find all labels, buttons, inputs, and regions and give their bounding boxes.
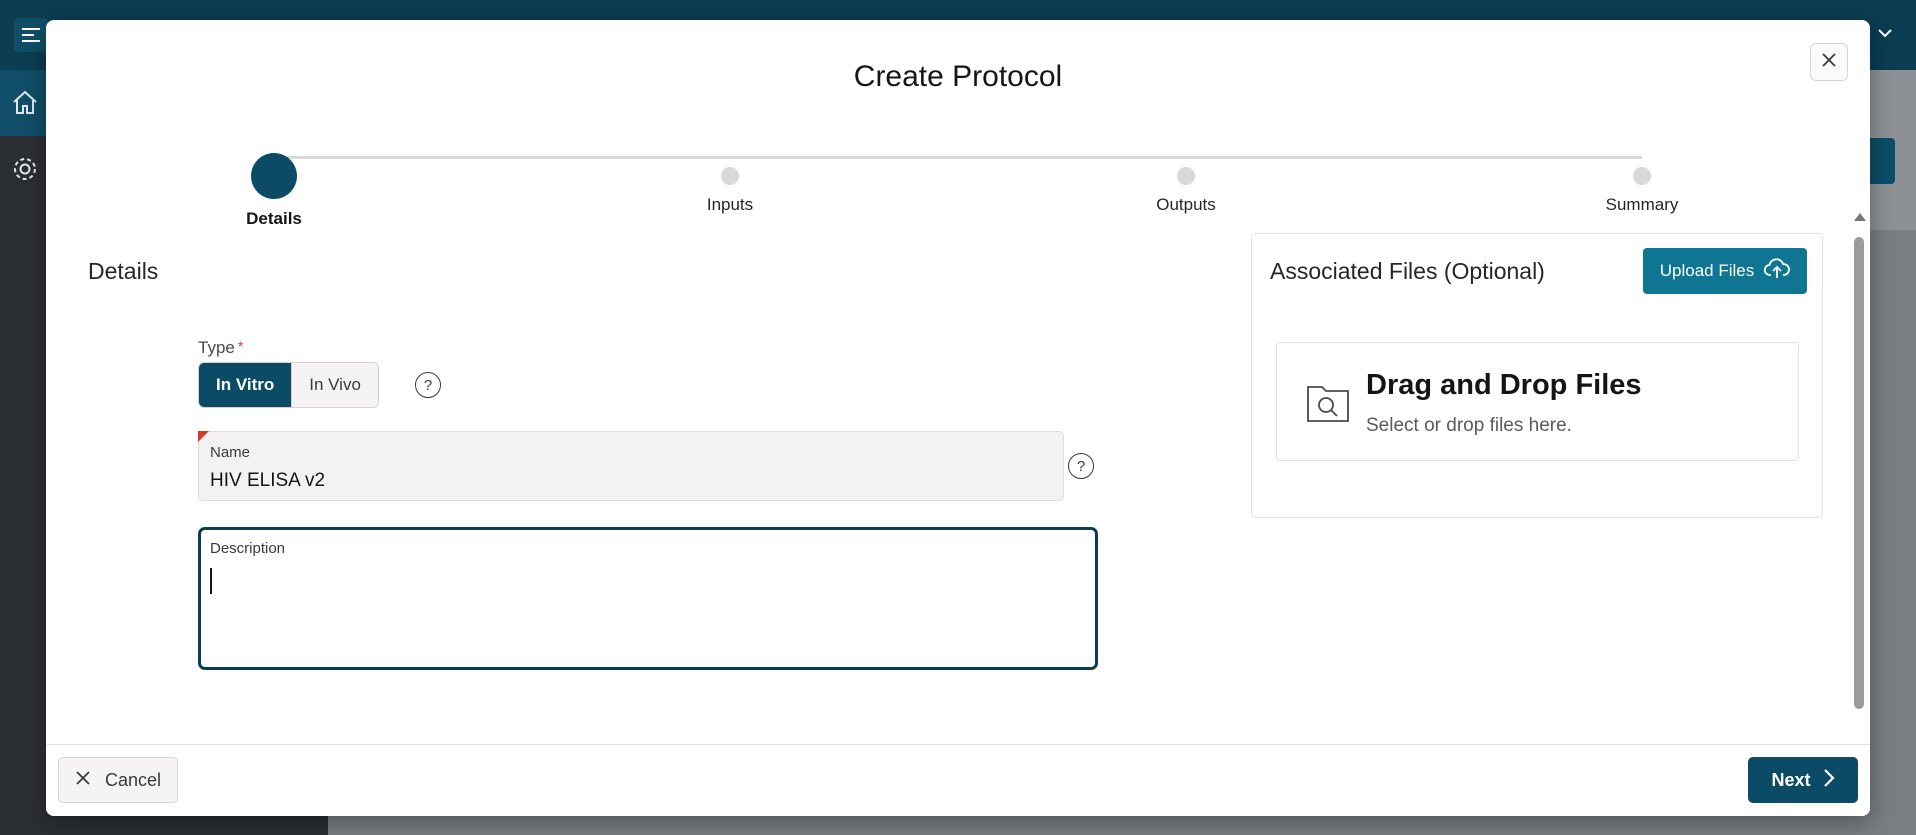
name-label: Name (210, 444, 251, 461)
text-cursor (210, 568, 212, 594)
dialog-title: Create Protocol (853, 60, 1063, 93)
upload-files-button[interactable]: Upload Files (1643, 248, 1807, 294)
step-summary[interactable]: Summary (1542, 132, 1742, 215)
step-dot-active (251, 153, 297, 199)
dialog-footer: Cancel Next (46, 744, 1870, 816)
scrollbar-thumb[interactable] (1854, 237, 1864, 709)
drop-subtitle: Select or drop files here. (1366, 415, 1572, 436)
step-details[interactable]: Details (174, 132, 374, 229)
description-label: Description (210, 540, 286, 557)
step-dot (1633, 167, 1651, 185)
close-icon (1820, 51, 1838, 74)
cloud-upload-icon (1764, 257, 1791, 285)
close-icon (75, 770, 91, 791)
step-label: Summary (1605, 195, 1679, 214)
cancel-label: Cancel (104, 769, 162, 790)
files-title: Associated Files (Optional) (1270, 258, 1545, 284)
description-field[interactable]: Description (198, 527, 1098, 670)
type-option-in-vivo[interactable]: In Vivo (291, 363, 378, 407)
menu-icon[interactable] (14, 18, 48, 52)
folder-search-icon (1306, 381, 1350, 428)
cancel-button[interactable]: Cancel (58, 757, 178, 803)
step-dot (1177, 167, 1195, 185)
step-label: Outputs (1156, 195, 1216, 214)
next-label: Next (1771, 769, 1811, 790)
step-inputs[interactable]: Inputs (630, 132, 830, 215)
drop-title: Drag and Drop Files (1366, 369, 1642, 401)
help-icon[interactable]: ? (1068, 453, 1094, 479)
help-icon[interactable]: ? (415, 372, 441, 398)
upload-label: Upload Files (1659, 261, 1755, 280)
scroll-up-arrow[interactable] (1854, 213, 1866, 221)
create-protocol-dialog: Create Protocol Details Inputs Outputs S… (46, 20, 1870, 816)
scrollbar[interactable] (1852, 213, 1866, 753)
step-outputs[interactable]: Outputs (1086, 132, 1286, 215)
associated-files-panel: Associated Files (Optional) Upload Files… (1251, 233, 1823, 518)
drop-zone[interactable]: Drag and Drop Files Select or drop files… (1276, 342, 1799, 461)
home-icon[interactable] (0, 70, 50, 136)
type-option-in-vitro[interactable]: In Vitro (199, 363, 292, 407)
type-toggle: In Vitro In Vivo (198, 362, 379, 408)
close-button[interactable] (1810, 43, 1848, 81)
type-label-text: Type (198, 338, 235, 357)
next-button[interactable]: Next (1748, 757, 1858, 803)
chevron-down-icon[interactable] (1874, 22, 1904, 52)
type-label: Type * (198, 338, 243, 358)
step-label: Details (246, 209, 302, 228)
required-marker: * (237, 338, 244, 354)
stepper-track (274, 156, 1642, 159)
name-value: HIV ELISA v2 (210, 470, 326, 491)
chevron-right-icon (1823, 768, 1835, 793)
section-title: Details (88, 258, 159, 284)
step-dot (721, 167, 739, 185)
name-field[interactable]: Name HIV ELISA v2 (198, 431, 1064, 501)
gear-icon[interactable] (0, 136, 50, 202)
step-label: Inputs (706, 195, 754, 214)
